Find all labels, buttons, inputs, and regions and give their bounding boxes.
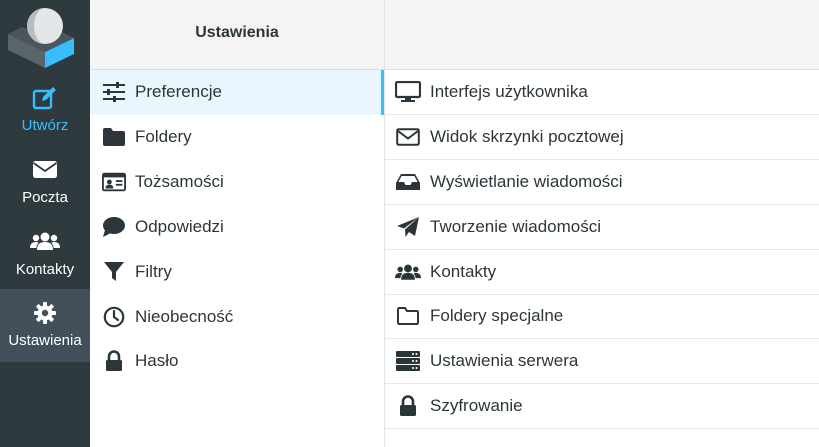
section-responses[interactable]: Odpowiedzi — [90, 205, 384, 250]
lock-icon — [395, 395, 421, 417]
gear-icon — [0, 301, 90, 325]
nav-settings[interactable]: Ustawienia — [0, 289, 90, 362]
section-identities[interactable]: Tożsamości — [90, 160, 384, 205]
nav-contacts-label: Kontakty — [15, 261, 75, 278]
section-label: Odpowiedzi — [135, 217, 224, 236]
sliders-icon — [102, 81, 126, 103]
comment-icon — [102, 216, 126, 238]
users-icon — [395, 261, 421, 283]
section-label: Filtry — [135, 262, 172, 281]
nav-compose[interactable]: Utwórz — [0, 74, 90, 146]
pref-label: Foldery specjalne — [430, 306, 564, 325]
pref-label: Interfejs użytkownika — [430, 82, 588, 101]
pref-label: Ustawienia serwera — [430, 351, 579, 370]
preferences-header — [385, 0, 819, 70]
pref-label: Szyfrowanie — [430, 396, 523, 415]
pref-encryption[interactable]: Szyfrowanie — [385, 384, 819, 429]
section-label: Foldery — [135, 127, 192, 146]
nav-mail[interactable]: Poczta — [0, 146, 90, 218]
section-label: Nieobecność — [135, 307, 234, 326]
folder-icon — [102, 126, 126, 148]
filter-icon — [102, 261, 126, 283]
nav-mail-label: Poczta — [22, 189, 68, 206]
nav-compose-label: Utwórz — [21, 117, 69, 134]
section-filters[interactable]: Filtry — [90, 250, 384, 295]
section-label: Preferencje — [135, 82, 222, 101]
server-icon — [395, 350, 421, 372]
settings-sections-panel: Ustawienia Preferencje Foldery Tożsamośc… — [90, 0, 385, 447]
pref-contacts[interactable]: Kontakty — [385, 250, 819, 295]
pref-label: Wyświetlanie wiadomości — [430, 172, 623, 191]
pref-server-settings[interactable]: Ustawienia serwera — [385, 339, 819, 384]
lock-icon — [102, 350, 126, 372]
section-folders[interactable]: Foldery — [90, 115, 384, 160]
section-out-of-office[interactable]: Nieobecność — [90, 295, 384, 340]
section-label: Hasło — [135, 351, 179, 370]
pref-displaying-messages[interactable]: Wyświetlanie wiadomości — [385, 160, 819, 205]
id-card-icon — [102, 171, 126, 193]
pref-user-interface[interactable]: Interfejs użytkownika — [385, 70, 819, 115]
preferences-panel: Interfejs użytkownika Widok skrzynki poc… — [385, 0, 819, 447]
sections-header: Ustawienia — [90, 0, 384, 70]
section-password[interactable]: Hasło — [90, 339, 384, 384]
envelope-icon — [0, 158, 90, 182]
envelope-outline-icon — [395, 126, 421, 148]
nav-contacts[interactable]: Kontakty — [0, 218, 90, 290]
users-icon — [0, 230, 90, 254]
pref-label: Kontakty — [430, 262, 497, 281]
monitor-icon — [395, 81, 421, 103]
pref-label: Tworzenie wiadomości — [430, 217, 602, 236]
page-title: Ustawienia — [195, 24, 279, 41]
inbox-icon — [395, 171, 421, 193]
navigation-rail: Utwórz Poczta Kontakty Ustawienia — [0, 0, 90, 447]
clock-icon — [102, 306, 126, 328]
nav-settings-label: Ustawienia — [8, 332, 82, 349]
paper-plane-icon — [395, 216, 421, 238]
roundcube-logo[interactable] — [0, 0, 90, 70]
pref-composing-messages[interactable]: Tworzenie wiadomości — [385, 205, 819, 250]
folder-outline-icon — [395, 305, 421, 327]
pref-special-folders[interactable]: Foldery specjalne — [385, 294, 819, 339]
pref-label: Widok skrzynki pocztowej — [430, 127, 624, 146]
pref-mailbox-view[interactable]: Widok skrzynki pocztowej — [385, 115, 819, 160]
section-preferences[interactable]: Preferencje — [90, 70, 384, 115]
compose-icon — [0, 86, 90, 110]
section-label: Tożsamości — [135, 172, 224, 191]
